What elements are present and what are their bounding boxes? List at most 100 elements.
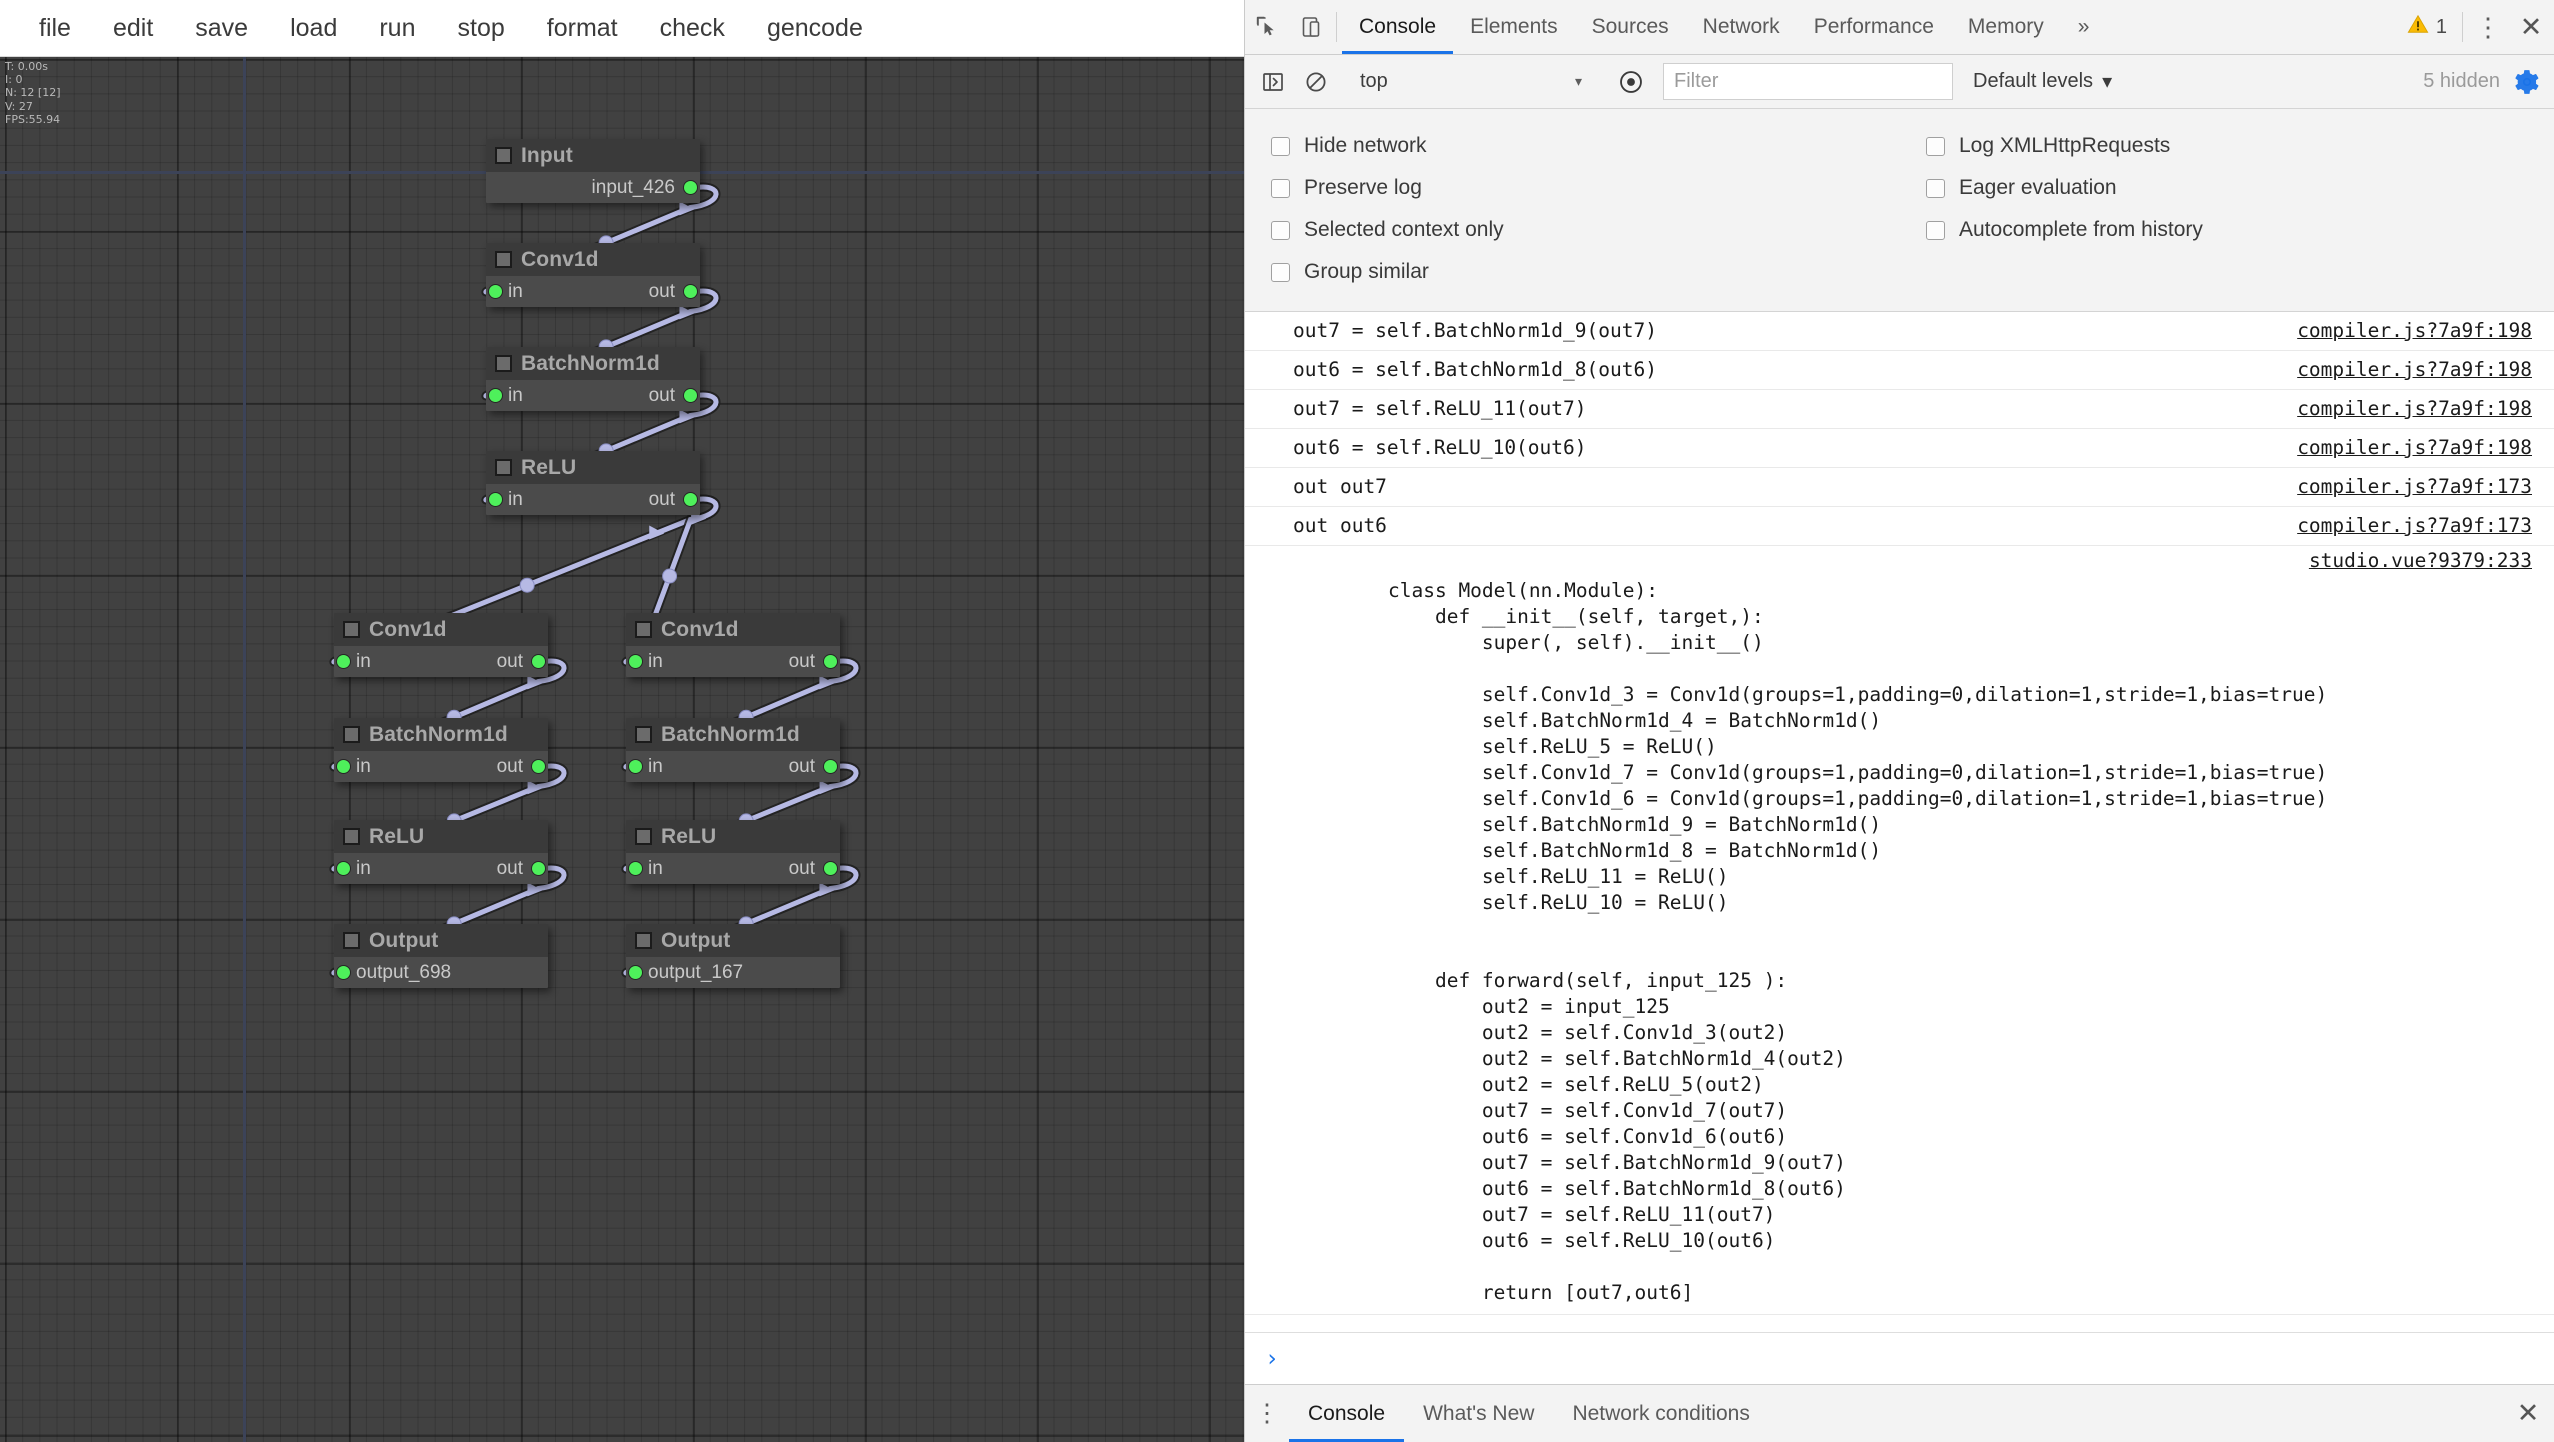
console-log-row[interactable]: out6 = self.BatchNorm1d_8(out6) compiler.… xyxy=(1245,351,2554,390)
menu-item-stop[interactable]: stop xyxy=(437,0,526,57)
node-port-in[interactable] xyxy=(629,760,642,773)
node-title-bar[interactable]: Output xyxy=(334,924,548,957)
node-port-in[interactable] xyxy=(337,655,350,668)
node-port-in[interactable] xyxy=(629,655,642,668)
node-port-out[interactable] xyxy=(532,760,545,773)
node-port-in[interactable] xyxy=(489,285,502,298)
node-port-in[interactable] xyxy=(337,966,350,979)
node-port-in[interactable] xyxy=(629,966,642,979)
setting-eager-evaluation[interactable]: Eager evaluation xyxy=(1900,167,2554,209)
checkbox-icon[interactable] xyxy=(1926,220,1945,240)
console-message-list[interactable]: out7 = self.BatchNorm1d_9(out7) compiler.… xyxy=(1245,312,2554,1332)
console-filter-input[interactable] xyxy=(1663,63,1953,100)
node-title-bar[interactable]: ReLU xyxy=(626,820,840,853)
log-level-select[interactable]: Default levels ▾ xyxy=(1973,69,2112,94)
node-title-bar[interactable]: Conv1d xyxy=(334,613,548,646)
node-collapse-icon[interactable] xyxy=(343,932,360,949)
node-collapse-icon[interactable] xyxy=(635,828,652,845)
node-relu_l[interactable]: ReLU in out xyxy=(334,820,548,884)
node-title-bar[interactable]: Output xyxy=(626,924,840,957)
node-port-in[interactable] xyxy=(489,493,502,506)
node-conv_l[interactable]: Conv1d in out xyxy=(334,613,548,677)
devtools-kebab-menu-icon[interactable]: ⋮ xyxy=(2468,0,2508,54)
node-title-bar[interactable]: Conv1d xyxy=(626,613,840,646)
device-toolbar-icon[interactable] xyxy=(1288,0,1331,54)
console-code-block-row[interactable]: studio.vue?9379:233 class Model(nn.Module… xyxy=(1245,546,2554,1315)
node-out_l[interactable]: Output output_698 xyxy=(334,924,548,988)
node-bn_l[interactable]: BatchNorm1d in out xyxy=(334,718,548,782)
drawer-tab-what-s-new[interactable]: What's New xyxy=(1404,1385,1553,1442)
console-settings-gear-icon[interactable] xyxy=(2514,69,2540,95)
console-log-row[interactable]: out6 = self.ReLU_10(out6) compiler.js?7a9… xyxy=(1245,429,2554,468)
menu-item-save[interactable]: save xyxy=(174,0,269,57)
checkbox-icon[interactable] xyxy=(1926,136,1945,156)
node-bn_r[interactable]: BatchNorm1d in out xyxy=(626,718,840,782)
more-tabs-button[interactable]: » xyxy=(2061,0,2107,54)
node-port-in[interactable] xyxy=(629,862,642,875)
node-input[interactable]: Input input_426 xyxy=(486,139,700,203)
inspect-element-icon[interactable] xyxy=(1245,0,1288,54)
node-collapse-icon[interactable] xyxy=(635,726,652,743)
log-source-link[interactable]: compiler.js?7a9f:198 xyxy=(2297,319,2532,343)
log-source-link[interactable]: compiler.js?7a9f:173 xyxy=(2297,475,2532,499)
node-title-bar[interactable]: ReLU xyxy=(486,451,700,484)
console-sidebar-toggle-icon[interactable] xyxy=(1251,70,1294,94)
node-relu_a[interactable]: ReLU in out xyxy=(486,451,700,515)
node-title-bar[interactable]: BatchNorm1d xyxy=(334,718,548,751)
menu-item-file[interactable]: file xyxy=(18,0,92,57)
node-port-in[interactable] xyxy=(337,862,350,875)
execution-context-select[interactable]: top ▾ xyxy=(1348,64,1598,100)
console-prompt-row[interactable]: › xyxy=(1245,1332,2554,1384)
tab-elements[interactable]: Elements xyxy=(1453,0,1575,54)
node-title-bar[interactable]: Input xyxy=(486,139,700,172)
menu-item-edit[interactable]: edit xyxy=(92,0,174,57)
checkbox-icon[interactable] xyxy=(1271,262,1290,282)
clear-console-icon[interactable] xyxy=(1294,70,1337,94)
node-title-bar[interactable]: BatchNorm1d xyxy=(486,347,700,380)
node-collapse-icon[interactable] xyxy=(495,147,512,164)
node-out_r[interactable]: Output output_167 xyxy=(626,924,840,988)
node-port-out[interactable] xyxy=(824,760,837,773)
node-title-bar[interactable]: ReLU xyxy=(334,820,548,853)
setting-autocomplete-from-history[interactable]: Autocomplete from history xyxy=(1900,209,2554,251)
node-conv_a[interactable]: Conv1d in out xyxy=(486,243,700,307)
tab-performance[interactable]: Performance xyxy=(1797,0,1951,54)
warning-badge[interactable]: 1 xyxy=(2397,0,2457,54)
console-log-row[interactable]: out7 = self.ReLU_11(out7) compiler.js?7a9… xyxy=(1245,390,2554,429)
setting-group-similar[interactable]: Group similar xyxy=(1245,251,1900,293)
node-collapse-icon[interactable] xyxy=(343,726,360,743)
checkbox-icon[interactable] xyxy=(1926,178,1945,198)
node-port-out[interactable] xyxy=(684,493,697,506)
checkbox-icon[interactable] xyxy=(1271,220,1290,240)
node-port-out[interactable] xyxy=(824,655,837,668)
node-port-out[interactable] xyxy=(684,389,697,402)
tab-network[interactable]: Network xyxy=(1686,0,1797,54)
node-relu_r[interactable]: ReLU in out xyxy=(626,820,840,884)
node-port-out[interactable] xyxy=(684,285,697,298)
node-port-out[interactable] xyxy=(532,655,545,668)
devtools-close-icon[interactable]: ✕ xyxy=(2508,0,2554,54)
drawer-tab-console[interactable]: Console xyxy=(1289,1385,1405,1442)
node-collapse-icon[interactable] xyxy=(635,932,652,949)
tab-sources[interactable]: Sources xyxy=(1575,0,1686,54)
log-source-link[interactable]: compiler.js?7a9f:198 xyxy=(2297,358,2532,382)
node-port-out[interactable] xyxy=(532,862,545,875)
live-expression-eye-icon[interactable] xyxy=(1609,69,1652,95)
node-port-out[interactable] xyxy=(824,862,837,875)
checkbox-icon[interactable] xyxy=(1271,178,1290,198)
menu-item-gencode[interactable]: gencode xyxy=(746,0,884,57)
node-port-in[interactable] xyxy=(337,760,350,773)
setting-hide-network[interactable]: Hide network xyxy=(1245,125,1900,167)
node-port-in[interactable] xyxy=(489,389,502,402)
node-graph-canvas[interactable]: Input input_426 Conv1d in out BatchNorm1d in ou… xyxy=(0,57,1244,1442)
node-port-out[interactable] xyxy=(684,181,697,194)
log-source-link[interactable]: compiler.js?7a9f:173 xyxy=(2297,514,2532,538)
drawer-close-icon[interactable]: ✕ xyxy=(2502,1385,2554,1442)
checkbox-icon[interactable] xyxy=(1271,136,1290,156)
node-collapse-icon[interactable] xyxy=(343,828,360,845)
log-source-link[interactable]: compiler.js?7a9f:198 xyxy=(2297,436,2532,460)
node-collapse-icon[interactable] xyxy=(495,459,512,476)
node-conv_r[interactable]: Conv1d in out xyxy=(626,613,840,677)
node-title-bar[interactable]: BatchNorm1d xyxy=(626,718,840,751)
drawer-kebab-menu-icon[interactable]: ⋮ xyxy=(1245,1385,1289,1442)
